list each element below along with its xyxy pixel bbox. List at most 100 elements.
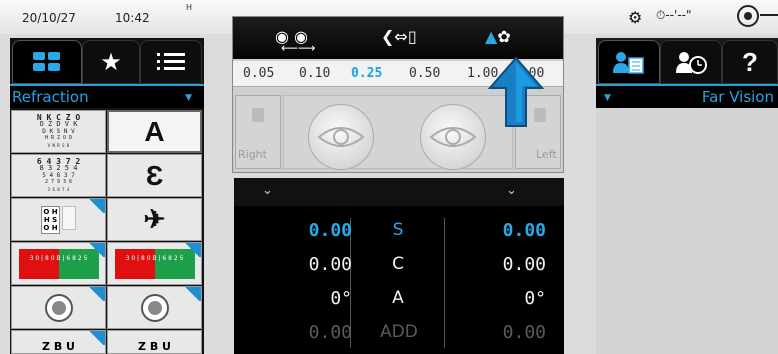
tab-grid[interactable] (12, 40, 82, 84)
chart-cell-partial-2[interactable]: Z B U (107, 330, 202, 354)
left-cylinder-value[interactable]: 0.00 (503, 254, 546, 275)
dot-target-icon (140, 293, 169, 322)
chart-cell-numbers[interactable]: 6 4 3 7 2 8 3 2 5 4 5 4 8 3 7 2 7 9 3 6 … (11, 154, 106, 197)
rx-row-sphere: 0.00 S 0.00 (234, 216, 564, 250)
rx-row-add: 0.00 ADD 0.00 (234, 318, 564, 352)
right-eye-lock-area[interactable]: Right (235, 95, 281, 169)
corner-badge-icon (183, 243, 201, 257)
letter-chart-preview: N K C Z O O Z D V K D K S N V H R Z O D … (37, 114, 80, 149)
acuity-value[interactable]: 0.50 (409, 66, 440, 81)
right-eye-button[interactable] (308, 104, 374, 170)
chevron-down-icon[interactable]: ⌄ (506, 183, 517, 198)
chart-line: O H (43, 207, 58, 216)
partial-chart-text: Z B U (42, 340, 75, 353)
up-arrow-icon (488, 56, 544, 127)
contrast-chart-preview: O H H S O H (41, 205, 76, 234)
grid-icon (33, 52, 60, 71)
rx-row-axis: 0° A 0° (234, 284, 564, 318)
left-add-value[interactable]: 0.00 (503, 322, 546, 343)
chart-cell-dot-target-2[interactable] (107, 286, 202, 329)
sphere-label: S (392, 220, 404, 240)
chart-line: 5 4 8 3 7 (42, 172, 75, 179)
lock-icon (252, 108, 264, 122)
chart-line: O H (43, 223, 58, 232)
patient-record-icon (613, 52, 644, 74)
chevron-down-icon[interactable]: ⌄ (262, 183, 273, 198)
date-readout: 20/10/27 (22, 11, 76, 25)
right-add-value[interactable]: 0.00 (309, 322, 352, 343)
h-marker: H (186, 3, 193, 12)
chart-cell-single-letter[interactable]: A (107, 110, 202, 153)
left-axis-value[interactable]: 0° (524, 288, 546, 309)
axis-label: A (392, 288, 404, 308)
test-mode-dropdown[interactable]: Refraction ▼ (10, 84, 204, 108)
chart-cell-partial[interactable]: Z B U (11, 330, 106, 354)
corner-badge-icon (87, 243, 105, 257)
right-label: Right (238, 148, 267, 161)
menu-line (760, 14, 778, 16)
right-sphere-value[interactable]: 0.00 (309, 220, 352, 241)
timer-readout[interactable]: ⏱--'--" (656, 8, 692, 23)
chart-line: V N R S D (47, 143, 70, 148)
partial-chart-text: Z B U (138, 340, 171, 353)
chart-cell-contrast[interactable]: O H H S O H (11, 198, 106, 241)
chart-line: H R Z O D (44, 135, 73, 141)
gear-icon[interactable]: ⚙ (628, 8, 642, 27)
acuity-value-selected[interactable]: 0.25 (351, 66, 382, 81)
eye-icon (429, 127, 477, 147)
single-number-glyph: Ɛ (145, 159, 164, 191)
acuity-value[interactable]: 0.10 (299, 66, 330, 81)
tab-list[interactable] (140, 40, 202, 84)
patient-panel: ? ▼ Far Vision (596, 38, 778, 354)
binocular-eyes-icon[interactable]: ◉ ◉ ⟵⟶ (275, 27, 315, 55)
corner-badge-icon (87, 199, 105, 213)
tab-patient-record[interactable] (598, 40, 660, 84)
eyes-area (283, 95, 513, 170)
rx-header: ⌄ ⌄ (234, 178, 564, 206)
patient-history-icon (676, 52, 707, 74)
help-icon: ? (742, 46, 758, 77)
left-eye-button[interactable] (420, 104, 486, 170)
tab-help[interactable]: ? (722, 40, 778, 84)
chart-cell-letters[interactable]: N K C Z O O Z D V K D K S N V H R Z O D … (11, 110, 106, 153)
right-tabs: ? (596, 38, 778, 84)
vision-distance-dropdown[interactable]: ▼ Far Vision (596, 84, 778, 108)
chart-cell-single-number[interactable]: Ɛ (107, 154, 202, 197)
chart-line: O Z D V K (39, 120, 78, 128)
right-axis-value[interactable]: 0° (330, 288, 352, 309)
dropdown-arrow-icon: ▼ (604, 93, 611, 103)
chart-selector-panel: ★ Refraction ▼ N K C Z O O Z D V K D K S… (10, 38, 204, 354)
time-readout: 10:42 (115, 11, 150, 25)
cylinder-label: C (392, 254, 404, 274)
add-label: ADD (380, 322, 418, 342)
chart-cell-butterfly[interactable]: ✈ (107, 198, 202, 241)
number-chart-preview: 6 4 3 7 2 8 3 2 5 4 5 4 8 3 7 2 7 9 3 6 … (37, 158, 80, 193)
test-mode-label: Refraction (12, 88, 89, 106)
chart-line: 3 6 8 7 4 (47, 187, 70, 192)
corner-badge-icon (183, 287, 201, 301)
right-cylinder-value[interactable]: 0.00 (309, 254, 352, 275)
mountain-flower-icon[interactable]: ▲✿ (485, 27, 511, 46)
acuity-value[interactable]: 0.05 (243, 66, 274, 81)
near-far-icon[interactable]: ❮⇔▯ (381, 27, 417, 46)
tab-patient-history[interactable] (660, 40, 722, 84)
star-icon: ★ (100, 48, 122, 76)
chart-line: H S (43, 215, 58, 224)
timer-label: --'--" (665, 8, 692, 22)
left-sphere-value[interactable]: 0.00 (503, 220, 546, 241)
eye-icon (317, 127, 365, 147)
butterfly-icon: ✈ (143, 204, 166, 234)
tab-favorites[interactable]: ★ (82, 40, 140, 84)
corner-badge-icon (87, 331, 105, 345)
power-icon[interactable] (737, 5, 759, 27)
vision-distance-label: Far Vision (701, 88, 774, 106)
rx-row-cylinder: 0.00 C 0.00 (234, 250, 564, 284)
eye-panel-header: ◉ ◉ ⟵⟶ ❮⇔▯ ▲✿ (233, 17, 563, 59)
chart-line: 8 3 2 5 4 (39, 164, 78, 172)
chart-cell-duochrome[interactable]: 3 0 | 8 0 B | 6 8 2 5 (11, 242, 106, 285)
dropdown-arrow-icon: ▼ (185, 93, 192, 103)
chart-cell-duochrome-2[interactable]: 3 0 | 8 0 B | 6 8 2 5 (107, 242, 202, 285)
chart-line: 2 7 9 3 6 (44, 179, 73, 185)
chart-cell-dot-target[interactable] (11, 286, 106, 329)
stopwatch-icon: ⏱ (656, 8, 666, 22)
